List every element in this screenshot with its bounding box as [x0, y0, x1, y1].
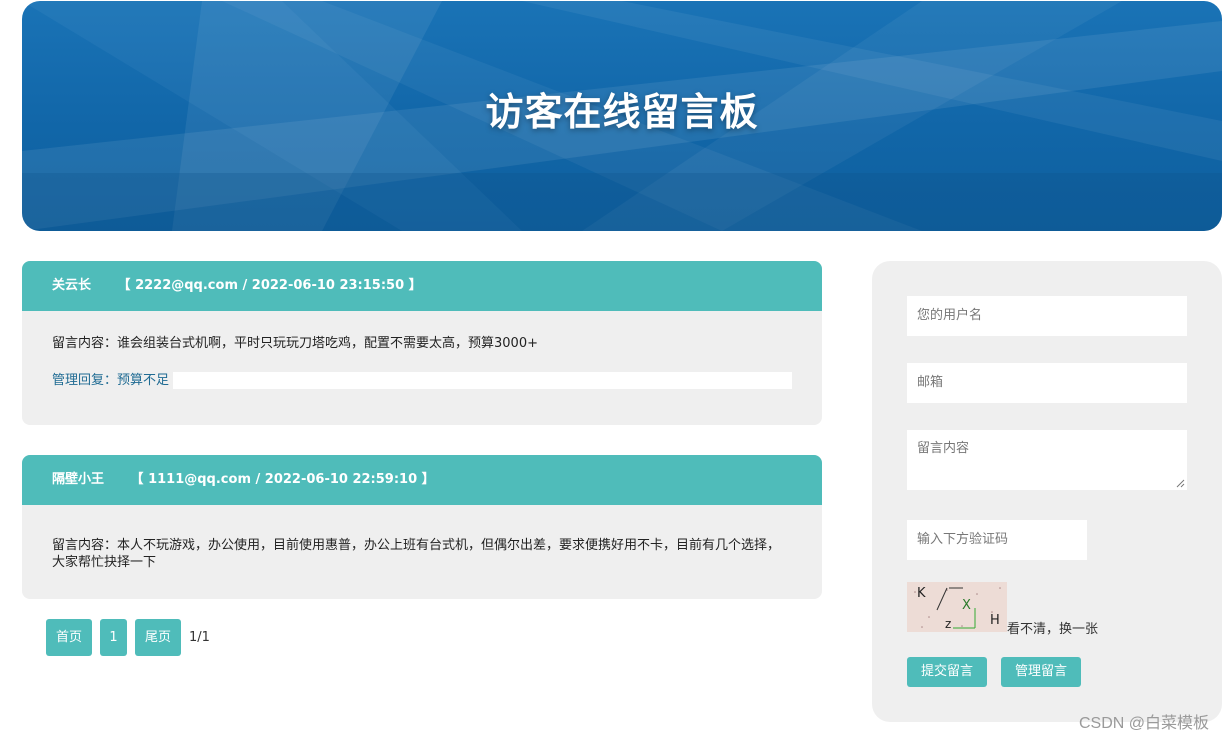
last-page-button[interactable]: 尾页: [135, 619, 181, 656]
captcha-image[interactable]: K X z H: [907, 582, 1007, 632]
message-body: 留言内容：本人不玩游戏，办公使用，目前使用惠普，办公上班有台式机，但偶尔出差，要…: [22, 505, 822, 591]
pagination: 首页 1 尾页 1/1: [46, 619, 210, 656]
message-header: 关云长 【 2222@qq.com / 2022-06-10 23:15:50 …: [22, 261, 822, 311]
message-author: 关云长: [52, 278, 92, 293]
page-1-button[interactable]: 1: [100, 619, 127, 656]
message-card: 隔壁小王 【 1111@qq.com / 2022-06-10 22:59:10…: [22, 455, 822, 599]
message-author: 隔壁小王: [52, 472, 105, 487]
first-page-button[interactable]: 首页: [46, 619, 92, 656]
message-content-line-2: 大家帮忙抉择一下: [52, 555, 157, 570]
message-header: 隔壁小王 【 1111@qq.com / 2022-06-10 22:59:10…: [22, 455, 822, 505]
header-banner: 访客在线留言板: [22, 1, 1222, 231]
manage-messages-button[interactable]: 管理留言: [1001, 657, 1081, 687]
content-placeholder: 留言内容: [917, 441, 970, 456]
admin-reply-text: 管理回复：预算不足: [52, 372, 174, 389]
captcha-input[interactable]: 输入下方验证码: [907, 520, 1087, 560]
username-input[interactable]: 您的用户名: [907, 296, 1187, 336]
captcha-char: X: [962, 598, 971, 613]
submit-message-button[interactable]: 提交留言: [907, 657, 987, 687]
captcha-char: K: [917, 586, 926, 601]
message-content: 留言内容：谁会组装台式机啊，平时只玩玩刀塔吃鸡，配置不需要太高，预算3000+: [52, 336, 538, 351]
email-input[interactable]: 邮箱: [907, 363, 1187, 403]
message-meta: 【 2222@qq.com / 2022-06-10 23:15:50 】: [117, 278, 422, 293]
message-content-line-1: 留言内容：本人不玩游戏，办公使用，目前使用惠普，办公上班有台式机，但偶尔出差，要…: [52, 538, 781, 553]
message-form-panel: 您的用户名 邮箱 留言内容 输入下方验证码 K X z H 看不清，换一张 提交…: [872, 261, 1222, 722]
message-body: 留言内容：谁会组装台式机啊，平时只玩玩刀塔吃鸡，配置不需要太高，预算3000+ …: [22, 311, 822, 409]
page-info: 1/1: [189, 630, 210, 645]
message-card: 关云长 【 2222@qq.com / 2022-06-10 23:15:50 …: [22, 261, 822, 425]
captcha-graphic: K X z H: [907, 582, 1007, 632]
captcha-char: H: [990, 613, 1000, 628]
page-title: 访客在线留言板: [485, 90, 759, 134]
watermark: CSDN @白菜模板: [1079, 715, 1210, 732]
captcha-char: z: [945, 617, 951, 631]
message-meta: 【 1111@qq.com / 2022-06-10 22:59:10 】: [130, 472, 435, 487]
admin-reply: 管理回复：预算不足: [52, 372, 792, 389]
resize-handle-icon[interactable]: [1176, 479, 1185, 488]
refresh-captcha-link[interactable]: 看不清，换一张: [1007, 618, 1098, 637]
content-textarea[interactable]: 留言内容: [907, 430, 1187, 490]
